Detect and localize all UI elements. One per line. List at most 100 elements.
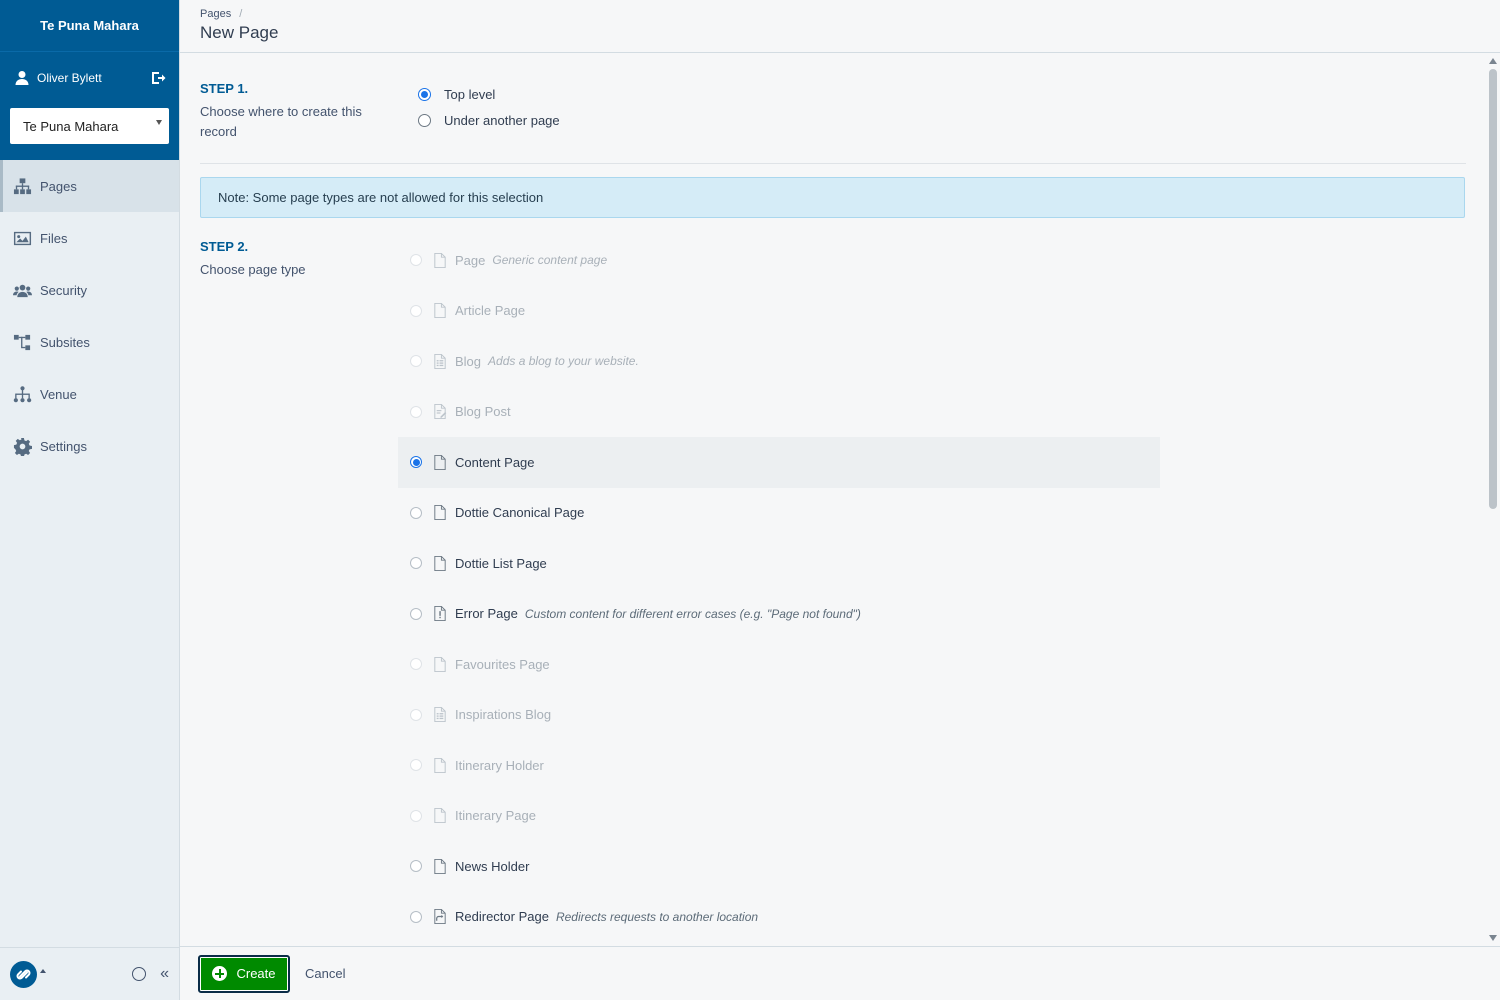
caret-up-icon[interactable] bbox=[40, 969, 46, 973]
app-brand[interactable]: Te Puna Mahara bbox=[0, 0, 179, 52]
page-type-option: Blog Post bbox=[398, 387, 1160, 438]
page-type-radio bbox=[410, 355, 422, 368]
page-type-option[interactable]: Content Page bbox=[398, 437, 1160, 488]
error-page-icon bbox=[434, 606, 446, 622]
sidebar-item-venue[interactable]: Venue bbox=[0, 368, 179, 420]
gear-icon bbox=[13, 437, 32, 456]
page-type-radio bbox=[410, 254, 422, 267]
sidebar-item-label: Pages bbox=[40, 178, 77, 194]
sidebar-item-label: Files bbox=[40, 230, 68, 246]
radio-top-level[interactable] bbox=[418, 87, 431, 101]
blog-post-icon bbox=[434, 404, 447, 420]
silverstripe-logo-icon[interactable] bbox=[10, 960, 37, 988]
page-header: Pages / New Page bbox=[180, 0, 1500, 53]
option-under-another-page[interactable]: Under another page bbox=[418, 107, 560, 133]
subsite-select[interactable]: Te Puna Mahara bbox=[10, 108, 169, 144]
sidebar-item-label: Venue bbox=[40, 386, 77, 402]
page-type-label: Favourites Page bbox=[455, 656, 550, 672]
page-type-list: Page Generic content page Article Page Blog… bbox=[398, 235, 1160, 942]
page-type-description: Redirects requests to another location bbox=[555, 909, 759, 924]
page-type-radio[interactable] bbox=[410, 456, 422, 469]
page-icon bbox=[434, 808, 446, 824]
venue-tree-icon bbox=[13, 385, 32, 402]
logo-mark-icon bbox=[16, 969, 31, 979]
page-type-option: Favourites Page bbox=[398, 639, 1160, 690]
breadcrumb-pages-link[interactable]: Pages bbox=[200, 8, 231, 20]
sidebar-pin-toggle[interactable] bbox=[132, 967, 147, 981]
vertical-scrollbar[interactable] bbox=[1486, 53, 1500, 946]
form-actions: Create Cancel bbox=[180, 946, 1500, 1000]
page-type-option: Blog Adds a blog to your website. bbox=[398, 336, 1160, 387]
page-type-option[interactable]: Dottie List Page bbox=[398, 538, 1160, 589]
page-icon bbox=[434, 505, 446, 521]
page-type-label: Inspirations Blog bbox=[455, 707, 552, 723]
page-type-radio bbox=[410, 809, 422, 822]
info-alert: Note: Some page types are not allowed fo… bbox=[200, 177, 1465, 218]
page-type-option: Itinerary Holder bbox=[398, 740, 1160, 791]
sidebar-footer: « bbox=[0, 947, 179, 1000]
step2-description: Choose page type bbox=[200, 262, 306, 277]
cancel-button[interactable]: Cancel bbox=[305, 966, 345, 981]
collapse-sidebar-icon[interactable]: « bbox=[160, 966, 169, 982]
page-type-label: Blog bbox=[455, 353, 482, 369]
page-type-label: Redirector Page bbox=[455, 909, 549, 925]
page-type-option: Itinerary Page bbox=[398, 791, 1160, 842]
logout-icon[interactable] bbox=[150, 70, 166, 86]
page-icon bbox=[434, 757, 446, 773]
page-type-label: Blog Post bbox=[455, 404, 511, 420]
sidebar-item-subsites[interactable]: Subsites bbox=[0, 316, 179, 368]
page-type-option[interactable]: News Holder bbox=[398, 841, 1160, 892]
page-type-radio[interactable] bbox=[410, 607, 422, 620]
page-type-label: Dottie Canonical Page bbox=[455, 505, 585, 521]
page-type-description: Generic content page bbox=[492, 253, 608, 268]
page-type-radio bbox=[410, 405, 422, 418]
page-icon bbox=[434, 252, 446, 268]
radio-under-another-page[interactable] bbox=[418, 113, 431, 127]
page-type-radio[interactable] bbox=[410, 860, 422, 873]
scrollbar-thumb[interactable] bbox=[1489, 69, 1497, 509]
option-label: Top level bbox=[444, 86, 496, 102]
page-type-label: Error Page bbox=[455, 606, 518, 622]
option-top-level[interactable]: Top level bbox=[418, 81, 560, 107]
step2-section: STEP 2. Choose page type bbox=[200, 239, 380, 280]
sitemap-icon bbox=[13, 177, 32, 194]
subsite-select-value: Te Puna Mahara bbox=[23, 118, 119, 134]
page-type-option[interactable]: Error Page Custom content for different e… bbox=[398, 589, 1160, 640]
redirect-page-icon bbox=[434, 909, 446, 925]
sidebar-item-settings[interactable]: Settings bbox=[0, 420, 179, 472]
breadcrumb-separator: / bbox=[239, 8, 243, 20]
page-title: New Page bbox=[200, 23, 279, 42]
chevron-down-icon bbox=[156, 120, 162, 125]
sidebar-item-security[interactable]: Security bbox=[0, 264, 179, 316]
page-type-label: Itinerary Holder bbox=[455, 757, 544, 773]
option-label: Under another page bbox=[444, 112, 560, 128]
page-type-label: Dottie List Page bbox=[455, 555, 547, 571]
page-type-radio bbox=[410, 304, 422, 317]
page-icon bbox=[434, 303, 446, 319]
page-type-option[interactable]: Redirector Page Redirects requests to ano… bbox=[398, 892, 1160, 943]
subsites-icon bbox=[13, 334, 31, 350]
page-type-radio[interactable] bbox=[410, 506, 422, 519]
step1-description: Choose where to create this record bbox=[200, 104, 362, 139]
sidebar-item-label: Subsites bbox=[40, 334, 90, 350]
page-icon bbox=[434, 656, 446, 672]
page-type-radio[interactable] bbox=[410, 910, 422, 923]
sidebar-item-label: Security bbox=[40, 282, 87, 298]
scroll-down-arrow-icon[interactable] bbox=[1489, 935, 1497, 941]
sidebar-item-label: Settings bbox=[40, 438, 87, 454]
image-icon bbox=[13, 231, 32, 245]
step1-section: STEP 1. Choose where to create this reco… bbox=[200, 81, 1466, 164]
sidebar-item-pages[interactable]: Pages bbox=[0, 160, 179, 212]
create-button[interactable]: Create bbox=[198, 954, 290, 993]
page-type-radio[interactable] bbox=[410, 557, 422, 570]
sidebar-item-files[interactable]: Files bbox=[0, 212, 179, 264]
scroll-up-arrow-icon[interactable] bbox=[1489, 58, 1497, 64]
page-type-radio bbox=[410, 759, 422, 772]
users-icon bbox=[13, 284, 32, 297]
page-type-radio bbox=[410, 708, 422, 721]
page-type-label: News Holder bbox=[455, 858, 530, 874]
parent-options: Top level Under another page bbox=[418, 81, 560, 133]
step1-title: STEP 1. bbox=[200, 81, 249, 96]
page-type-option[interactable]: Dottie Canonical Page bbox=[398, 488, 1160, 539]
user-name-link[interactable]: Oliver Bylett bbox=[37, 71, 150, 85]
